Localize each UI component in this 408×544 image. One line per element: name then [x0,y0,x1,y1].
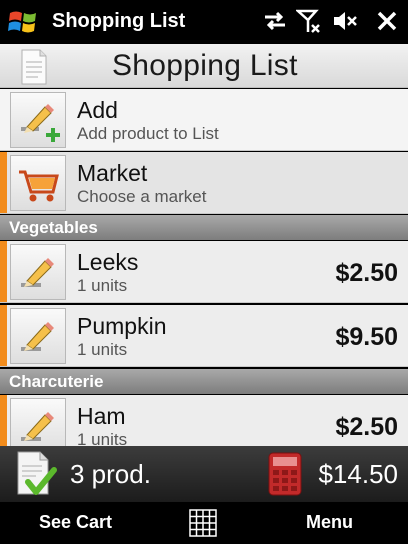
sync-icon [265,11,285,31]
item-price: $2.50 [335,413,398,441]
section-header: Vegetables [0,215,408,240]
add-product-row[interactable]: Add Add product to List [0,89,408,151]
item-price: $2.50 [335,259,398,287]
list-item[interactable]: Leeks 1 units $2.50 [0,241,408,303]
item-quantity: 1 units [77,340,128,359]
page-title: Shopping List [112,49,298,82]
cart-summary-bar: 3 prod. $14.50 [0,446,408,502]
calculator-icon [268,452,302,496]
market-subtitle: Choose a market [77,187,207,206]
page-header: Shopping List [0,44,408,88]
app-title: Shopping List [52,10,186,32]
menu-button[interactable]: Menu [306,512,353,533]
selection-accent [0,152,7,213]
add-subtitle: Add product to List [77,124,219,143]
market-label: Market [77,160,148,186]
pencil-plus-icon [10,92,66,148]
document-icon [21,49,47,85]
product-count: 3 prod. [70,459,151,489]
add-label: Add [77,97,118,123]
cart-icon [10,155,66,211]
softkey-bar: See Cart Menu [0,502,408,544]
signal-off-icon [296,9,320,33]
item-quantity: 1 units [77,276,128,295]
item-price: $9.50 [335,323,398,351]
pencil-icon [10,244,66,300]
item-name: Pumpkin [77,313,167,339]
keyboard-icon[interactable] [189,509,217,537]
title-bar: Shopping List [0,0,408,44]
item-name: Leeks [77,249,139,275]
market-row[interactable]: Market Choose a market [0,152,408,214]
see-cart-button[interactable]: See Cart [39,512,112,533]
close-icon[interactable] [374,8,400,34]
volume-mute-icon [334,12,357,30]
windows-logo[interactable] [8,8,38,36]
section-header: Charcuterie [0,369,408,394]
list-item[interactable]: Pumpkin 1 units $9.50 [0,305,408,367]
checklist-icon [17,451,57,495]
cart-total: $14.50 [318,459,398,489]
item-name: Ham [77,403,126,429]
item-accent [0,305,7,366]
item-accent [0,241,7,302]
pencil-icon [10,308,66,364]
